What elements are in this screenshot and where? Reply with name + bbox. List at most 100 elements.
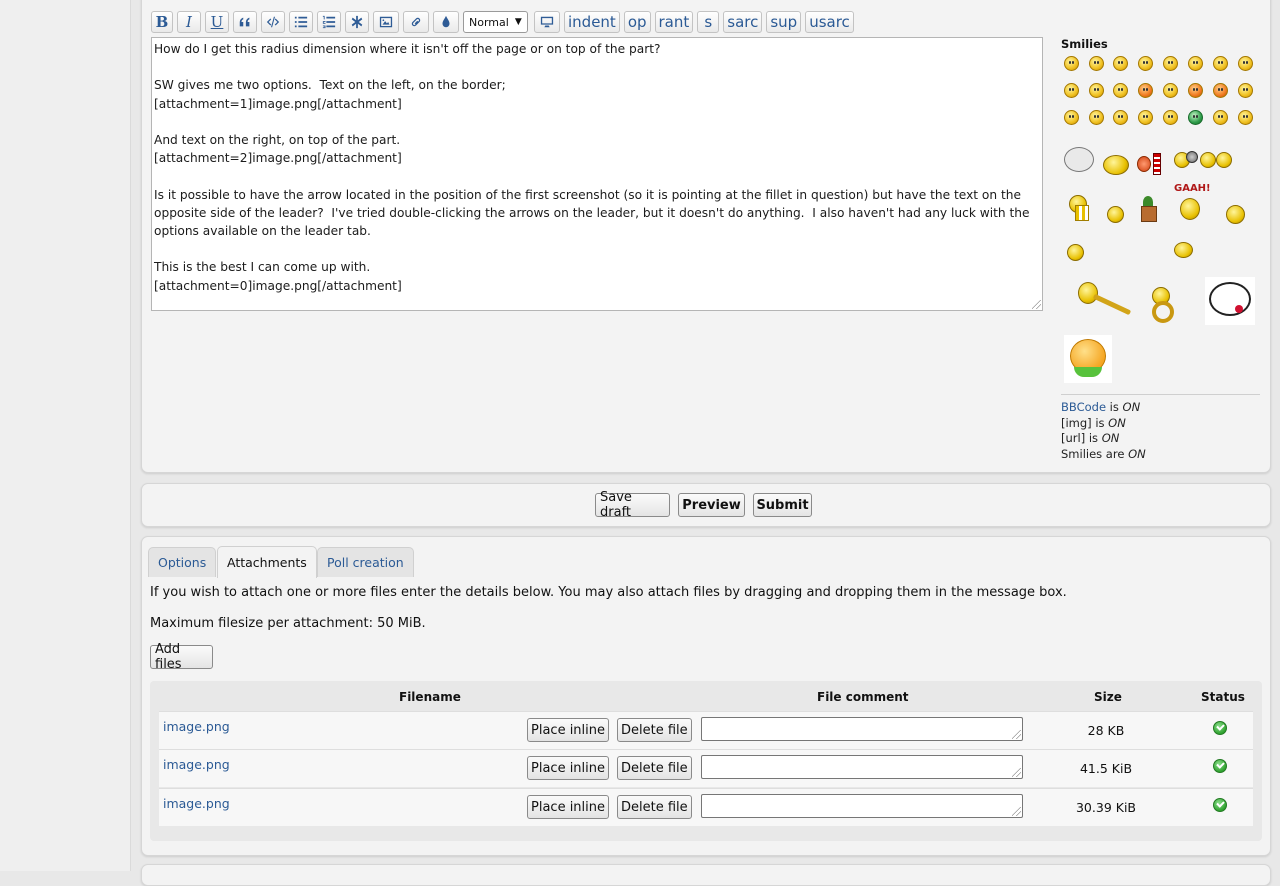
smiley-dizzy-icon[interactable]	[1107, 206, 1124, 223]
save-draft-button[interactable]: Save draft	[595, 490, 670, 520]
bbcode-help-link[interactable]: BBCode	[1061, 400, 1106, 414]
image-button[interactable]	[373, 11, 399, 33]
img-status: [img] is ON	[1061, 416, 1126, 430]
underline-button[interactable]: U	[205, 11, 229, 33]
smiley-gaah-icon[interactable]	[1180, 198, 1200, 220]
tab-poll-creation[interactable]: Poll creation	[317, 547, 414, 577]
list-button[interactable]	[289, 11, 313, 33]
file-comment-input[interactable]	[701, 794, 1023, 818]
delete-file-button[interactable]: Delete file	[617, 756, 692, 780]
file-comment-input[interactable]	[701, 717, 1023, 741]
color-button[interactable]	[433, 11, 459, 33]
max-filesize-note: Maximum filesize per attachment: 50 MiB.	[150, 616, 426, 631]
status-header: Status	[1201, 690, 1245, 704]
smiley-geek-icon[interactable]	[1213, 110, 1228, 125]
link-button[interactable]	[403, 11, 429, 33]
resize-handle-icon[interactable]	[1012, 807, 1021, 816]
strike-button[interactable]: s	[697, 11, 720, 33]
url-state: ON	[1101, 431, 1120, 445]
smiley-grin-icon[interactable]	[1064, 56, 1079, 71]
smiley-exclaim-icon[interactable]	[1064, 110, 1079, 125]
smiley-friend2-icon[interactable]	[1216, 152, 1232, 168]
indent-button[interactable]: indent	[564, 11, 620, 33]
smiley-cool-icon[interactable]	[1238, 56, 1253, 71]
file-comment-input[interactable]	[701, 755, 1023, 779]
file-size: 30.39 KiB	[1075, 800, 1136, 815]
smiley-friend-icon[interactable]	[1200, 152, 1216, 168]
delete-file-button[interactable]: Delete file	[617, 795, 692, 819]
quote-button[interactable]	[233, 11, 257, 33]
smiley-arrow-icon[interactable]	[1138, 110, 1153, 125]
smilies-heading: Smilies	[1061, 37, 1108, 51]
trollface-icon[interactable]	[1064, 147, 1094, 172]
place-inline-button[interactable]: Place inline	[527, 795, 610, 819]
list-item-button[interactable]	[345, 11, 369, 33]
smiley-smile-icon[interactable]	[1113, 56, 1128, 71]
rant-button[interactable]: rant	[654, 11, 694, 33]
smiley-mrgreen-icon[interactable]	[1188, 110, 1203, 125]
next-panel	[141, 864, 1271, 886]
code-button[interactable]	[261, 11, 285, 33]
smiley-meme-face-icon[interactable]	[1205, 277, 1255, 325]
screen-button[interactable]	[534, 11, 560, 33]
preview-button[interactable]: Preview	[678, 493, 745, 517]
smiley-twisted-icon[interactable]	[1213, 83, 1228, 98]
smiley-lol-icon[interactable]	[1064, 83, 1079, 98]
smiley-cry-icon[interactable]	[1163, 83, 1178, 98]
smilies-divider	[1061, 394, 1260, 395]
op-button[interactable]: op	[623, 11, 651, 33]
message-textarea[interactable]: How do I get this radius dimension where…	[151, 37, 1043, 311]
smiley-neutral-icon[interactable]	[1163, 110, 1178, 125]
usarc-button[interactable]: usarc	[805, 11, 854, 33]
file-link[interactable]: image.png	[163, 796, 230, 811]
smiley-sick-icon[interactable]	[1064, 335, 1112, 383]
smiley-redface-icon[interactable]	[1138, 83, 1153, 98]
img-status-label: [img] is	[1061, 416, 1109, 430]
smiley-trombone-icon[interactable]	[1076, 280, 1134, 322]
smiley-eat-icon[interactable]	[1137, 153, 1163, 175]
table-row: image.png Place inline Delete file 28 KB	[159, 711, 1253, 749]
upload-ok-icon	[1213, 721, 1227, 735]
numbered-list-button[interactable]	[317, 11, 341, 33]
sup-button[interactable]: sup	[766, 11, 802, 33]
smiley-razz-icon[interactable]	[1113, 83, 1128, 98]
tab-attachments[interactable]: Attachments	[217, 546, 317, 578]
resize-handle-icon[interactable]	[1012, 768, 1021, 777]
smiley-dancing-icon[interactable]	[1174, 242, 1193, 258]
filename-header: Filename	[399, 690, 461, 704]
place-inline-button[interactable]: Place inline	[527, 756, 610, 780]
resize-handle-icon[interactable]	[1032, 300, 1041, 309]
smiley-question-icon[interactable]	[1089, 110, 1104, 125]
file-link[interactable]: image.png	[163, 719, 230, 734]
delete-file-button[interactable]: Delete file	[617, 718, 692, 742]
smiley-idea-icon[interactable]	[1113, 110, 1128, 125]
sarc-button[interactable]: sarc	[723, 11, 763, 33]
image-icon	[379, 16, 393, 28]
smiley-rolleyes-icon[interactable]	[1238, 83, 1253, 98]
smiley-eek-icon[interactable]	[1188, 56, 1203, 71]
tab-options[interactable]: Options	[148, 547, 217, 577]
smiley-bubble-icon[interactable]	[1103, 155, 1129, 175]
smiley-laughing-icon[interactable]	[1067, 244, 1084, 261]
place-inline-button[interactable]: Place inline	[527, 718, 610, 742]
smiley-wave-icon[interactable]	[1226, 205, 1245, 224]
smiley-confused-icon[interactable]	[1213, 56, 1228, 71]
add-files-button[interactable]: Add files	[150, 642, 213, 672]
bold-button[interactable]: B	[151, 11, 173, 33]
font-size-select[interactable]: Normal ▼	[463, 11, 528, 33]
smiley-surprised-icon[interactable]	[1163, 56, 1178, 71]
submit-button[interactable]: Submit	[753, 493, 812, 517]
bbcode-status: BBCode is ON	[1061, 400, 1140, 414]
smilies-status-label: Smilies are	[1061, 447, 1129, 461]
smiley-laugh-icon[interactable]	[1089, 56, 1104, 71]
smiley-sunglasses-icon[interactable]	[1186, 151, 1198, 163]
smiley-evil-icon[interactable]	[1188, 83, 1203, 98]
italic-button[interactable]: I	[177, 11, 201, 33]
smiley-mad-icon[interactable]	[1089, 83, 1104, 98]
smiley-plant-icon[interactable]	[1139, 196, 1157, 222]
resize-handle-icon[interactable]	[1012, 730, 1021, 739]
smiley-sad-icon[interactable]	[1138, 56, 1153, 71]
smiley-ugeek-icon[interactable]	[1238, 110, 1253, 125]
file-link[interactable]: image.png	[163, 757, 230, 772]
smiley-tuba-icon[interactable]	[1148, 287, 1188, 325]
